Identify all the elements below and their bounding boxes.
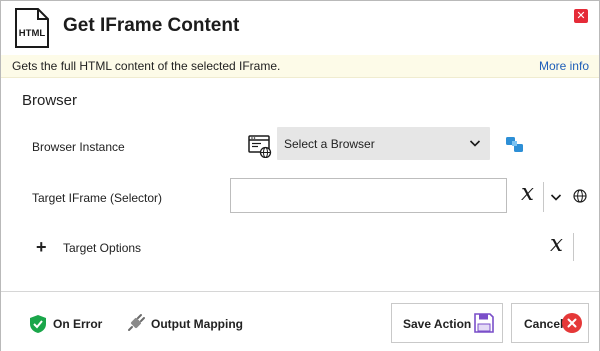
floppy-disk-icon — [474, 313, 494, 333]
output-mapping-label[interactable]: Output Mapping — [151, 317, 243, 331]
variable-x-icon[interactable]: x — [521, 180, 534, 206]
more-info-link[interactable]: More info — [539, 59, 589, 73]
section-title-browser: Browser — [22, 92, 78, 109]
variable-x-icon[interactable]: x — [550, 231, 563, 257]
globe-icon[interactable] — [573, 189, 587, 203]
chevron-down-icon[interactable] — [550, 191, 562, 203]
on-error-label[interactable]: On Error — [53, 317, 102, 331]
link-window-icon[interactable] — [504, 135, 526, 155]
info-bar: Gets the full HTML content of the select… — [1, 55, 599, 78]
browser-select[interactable]: Select a Browser — [277, 127, 490, 160]
cancel-x-icon — [562, 313, 582, 333]
plug-icon[interactable] — [126, 313, 146, 333]
expand-plus-icon[interactable]: + — [36, 237, 47, 258]
shield-check-icon[interactable] — [29, 314, 47, 334]
divider — [573, 233, 574, 261]
footer-bar: On Error Output Mapping Save Action Canc… — [1, 291, 599, 351]
chevron-down-icon — [469, 140, 481, 147]
action-description: Gets the full HTML content of the select… — [12, 59, 281, 73]
browser-instance-label: Browser Instance — [32, 140, 125, 154]
target-iframe-input[interactable] — [230, 178, 507, 213]
close-icon[interactable]: ✕ — [574, 9, 588, 23]
title-bar: HTML Get IFrame Content ✕ — [1, 1, 599, 55]
target-options-label[interactable]: Target Options — [63, 241, 141, 255]
target-iframe-label: Target IFrame (Selector) — [32, 191, 163, 205]
divider — [543, 182, 544, 212]
get-iframe-content-dialog: HTML Get IFrame Content ✕ Gets the full … — [0, 0, 600, 351]
svg-text:HTML: HTML — [19, 28, 46, 39]
dialog-title: Get IFrame Content — [63, 15, 240, 36]
save-action-label: Save Action — [403, 317, 472, 331]
browser-window-icon — [248, 135, 272, 158]
html-document-icon: HTML — [15, 8, 49, 48]
browser-select-value: Select a Browser — [284, 137, 375, 151]
cancel-label: Cancel — [524, 317, 564, 331]
save-action-button[interactable]: Save Action — [391, 303, 503, 343]
cancel-button[interactable]: Cancel — [511, 303, 589, 343]
